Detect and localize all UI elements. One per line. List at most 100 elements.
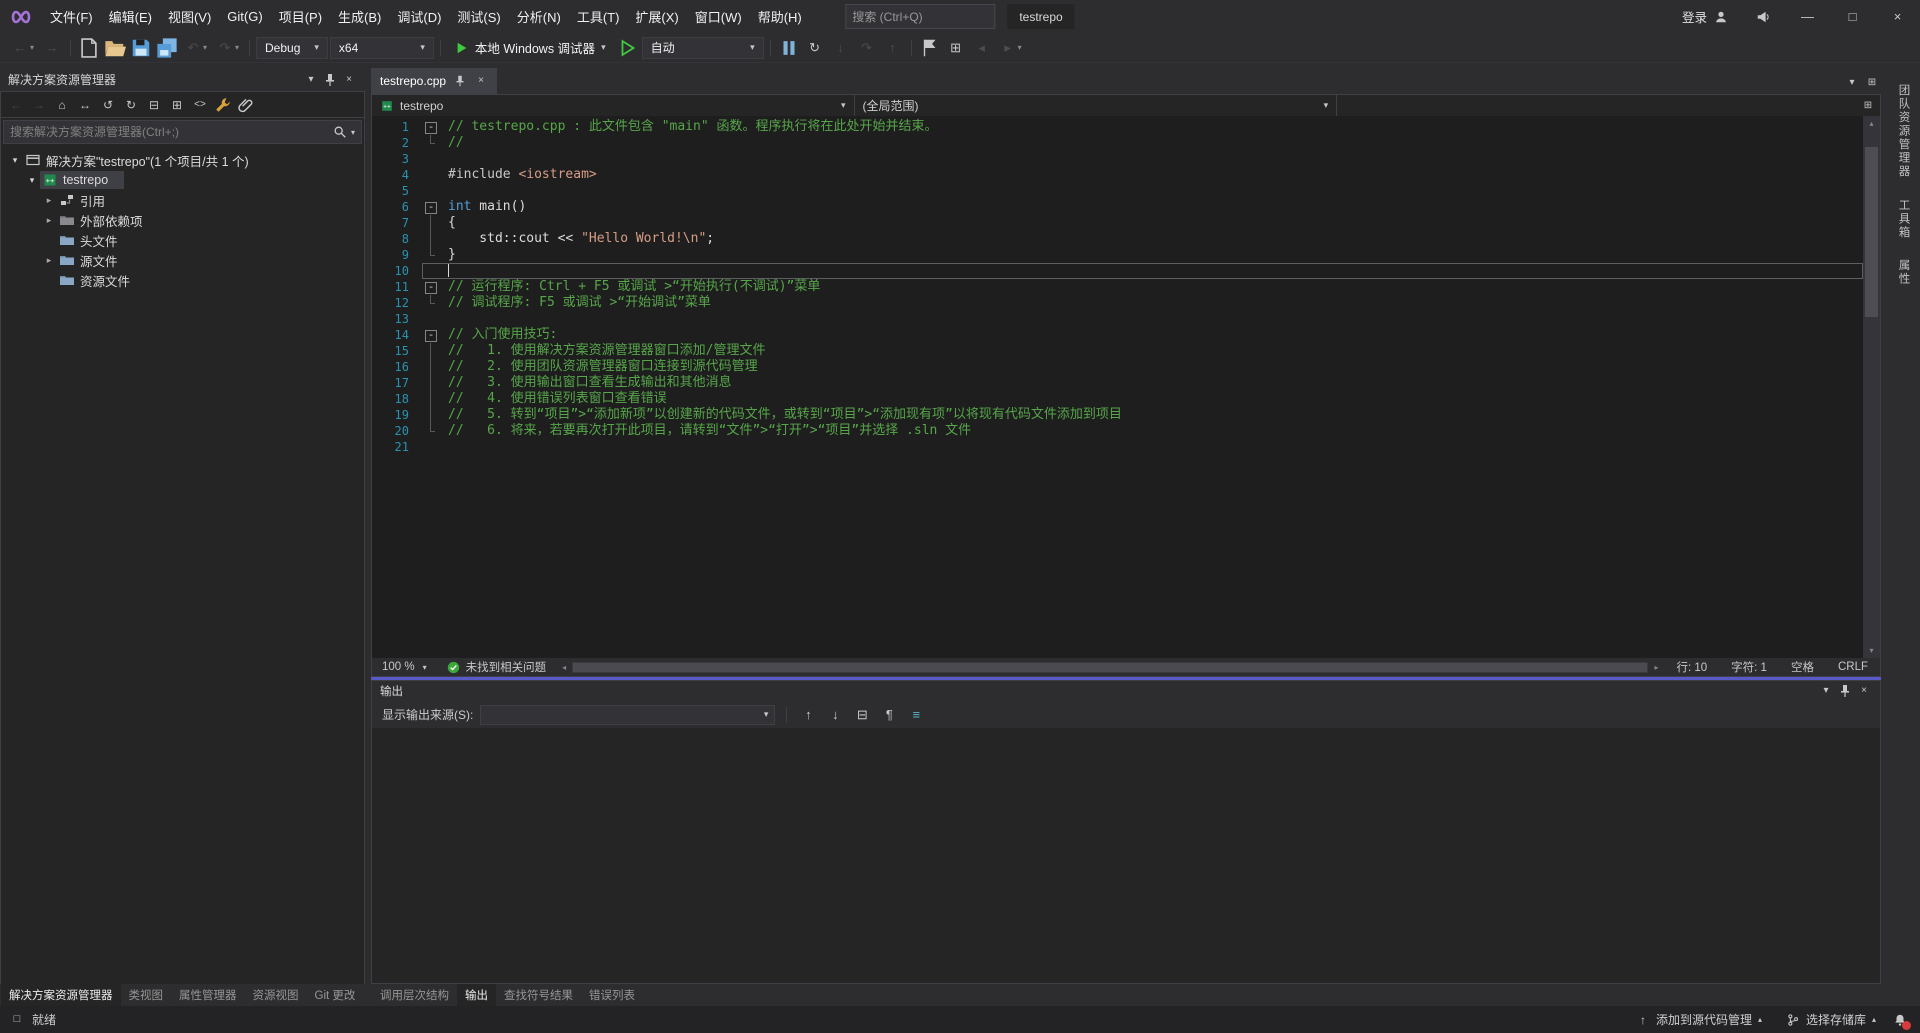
tool-window-tab[interactable]: 输出 <box>457 984 496 1006</box>
line-ending-indicator[interactable]: CRLF <box>1826 661 1880 673</box>
line-number[interactable]: 10 <box>372 263 422 279</box>
fold-toggle-icon[interactable] <box>422 119 440 135</box>
output-source-dropdown[interactable]: ▾ <box>480 705 775 725</box>
line-number[interactable]: 6 <box>372 199 422 215</box>
code-line[interactable]: 4#include <iostream> <box>372 167 1863 183</box>
scope-dropdown[interactable]: (全局范围) ▾ <box>855 95 1338 116</box>
save-all-icon[interactable] <box>155 37 179 59</box>
solution-search-input[interactable] <box>10 125 329 139</box>
select-repository-button[interactable]: 选择存储库 ▴ <box>1776 1011 1886 1028</box>
menu-item[interactable]: 编辑(E) <box>101 0 160 33</box>
expander-expanded-icon[interactable]: ▾ <box>7 155 23 166</box>
previous-message-icon[interactable]: ↑ <box>798 706 818 724</box>
line-number[interactable]: 8 <box>372 231 422 247</box>
code-line[interactable]: 16// 2. 使用团队资源管理器窗口连接到源代码管理 <box>372 359 1863 375</box>
menu-item[interactable]: 分析(N) <box>509 0 569 33</box>
code-line[interactable]: 3 <box>372 151 1863 167</box>
show-all-files-icon[interactable]: ⊞ <box>167 96 187 114</box>
menu-item[interactable]: 测试(S) <box>449 0 508 33</box>
open-file-icon[interactable] <box>103 37 127 59</box>
tool-window-tab[interactable]: 错误列表 <box>581 984 643 1006</box>
save-icon[interactable] <box>129 37 153 59</box>
expander-collapsed-icon[interactable]: ▸ <box>41 195 57 206</box>
indentation-indicator[interactable]: 空格 <box>1779 659 1826 675</box>
window-position-icon[interactable]: ▾ <box>303 72 319 88</box>
code-line[interactable]: 15// 1. 使用解决方案资源管理器窗口添加/管理文件 <box>372 343 1863 359</box>
line-number[interactable]: 7 <box>372 215 422 231</box>
tool-window-tab[interactable]: 类视图 <box>121 984 172 1006</box>
sync-with-active-document-icon[interactable]: ↺ <box>98 96 118 114</box>
menu-item[interactable]: 视图(V) <box>160 0 219 33</box>
solution-explorer-header[interactable]: 解决方案资源管理器 ▾ × <box>0 68 365 91</box>
output-content[interactable] <box>372 728 1880 983</box>
code-line[interactable]: 7{ <box>372 215 1863 231</box>
next-message-icon[interactable]: ↓ <box>825 706 845 724</box>
tab-pin-icon[interactable] <box>453 74 467 88</box>
tool-window-tab[interactable]: 解决方案资源管理器 <box>1 984 121 1006</box>
line-number[interactable]: 17 <box>372 375 422 391</box>
code-editor[interactable]: 1// testrepo.cpp : 此文件包含 "main" 函数。程序执行将… <box>371 116 1881 658</box>
sign-in-button[interactable]: 登录 <box>1670 0 1740 33</box>
menu-item[interactable]: 扩展(X) <box>627 0 686 33</box>
clear-all-icon[interactable]: ⊟ <box>852 706 872 724</box>
chevron-down-icon[interactable]: ▾ <box>351 128 355 137</box>
solution-platform-dropdown[interactable]: x64 ▾ <box>330 37 434 59</box>
solution-explorer-search-box[interactable]: ▾ <box>3 120 362 144</box>
properties-wrench-icon[interactable] <box>213 96 233 114</box>
code-line[interactable]: 5 <box>372 183 1863 199</box>
menu-item[interactable]: 调试(D) <box>389 0 449 33</box>
add-to-source-control-button[interactable]: ↑ 添加到源代码管理 ▴ <box>1626 1011 1772 1028</box>
redo-icon[interactable]: ↷ <box>213 37 237 59</box>
undo-icon[interactable]: ↶ <box>181 37 205 59</box>
code-line[interactable]: 9} <box>372 247 1863 263</box>
feedback-button[interactable] <box>1740 0 1785 33</box>
auto-mode-dropdown[interactable]: 自动 ▾ <box>642 37 764 59</box>
code-line[interactable]: 18// 4. 使用错误列表窗口查看错误 <box>372 391 1863 407</box>
fold-toggle-icon[interactable] <box>422 327 440 343</box>
scrollbar-thumb[interactable] <box>573 663 1647 672</box>
tool-window-tab[interactable]: 属性管理器 <box>171 984 245 1006</box>
code-line[interactable]: 14// 入门使用技巧: <box>372 327 1863 343</box>
scroll-left-icon[interactable]: ◂ <box>556 663 572 672</box>
project-dropdown[interactable]: ++ testrepo ▾ <box>372 95 855 116</box>
zoom-dropdown[interactable]: 100 % ▾ <box>372 661 437 673</box>
new-project-icon[interactable] <box>77 37 101 59</box>
menu-item[interactable]: 文件(F) <box>42 0 101 33</box>
tree-item-header-files[interactable]: 头文件 <box>1 230 364 250</box>
navigate-forward-icon[interactable]: → <box>40 37 64 59</box>
split-window-icon[interactable]: ⊞ <box>1865 76 1879 90</box>
code-line[interactable]: 17// 3. 使用输出窗口查看生成输出和其他消息 <box>372 375 1863 391</box>
line-number[interactable]: 13 <box>372 311 422 327</box>
step-into-icon[interactable]: ↓ <box>829 37 853 59</box>
maximize-button[interactable]: □ <box>1830 0 1875 33</box>
line-number[interactable]: 5 <box>372 183 422 199</box>
tab-close-icon[interactable]: × <box>474 74 488 88</box>
line-number[interactable]: 19 <box>372 407 422 423</box>
menu-item[interactable]: 生成(B) <box>330 0 389 33</box>
line-number[interactable]: 11 <box>372 279 422 295</box>
restart-icon[interactable]: ↻ <box>803 37 827 59</box>
code-line[interactable]: 19// 5. 转到“项目”>“添加新项”以创建新的代码文件，或转到“项目”>“… <box>372 407 1863 423</box>
notifications-button[interactable] <box>1890 1010 1910 1030</box>
active-files-chevron-icon[interactable]: ▾ <box>1845 76 1859 90</box>
navigate-back-icon[interactable]: ← <box>8 37 32 59</box>
expander-expanded-icon[interactable]: ▾ <box>24 175 40 186</box>
scroll-right-icon[interactable]: ▸ <box>1648 663 1664 672</box>
code-line[interactable]: 12// 调试程序: F5 或调试 >“开始调试”菜单 <box>372 295 1863 311</box>
line-number[interactable]: 15 <box>372 343 422 359</box>
line-number[interactable]: 14 <box>372 327 422 343</box>
switch-views-icon[interactable]: ↔ <box>75 96 95 114</box>
quick-search-box[interactable] <box>845 4 995 29</box>
next-bookmark-icon[interactable]: ▸ <box>996 37 1020 59</box>
autohide-tab[interactable]: 团队资源管理器 <box>1896 84 1912 179</box>
code-line[interactable]: 13 <box>372 311 1863 327</box>
tool-window-tab[interactable]: 查找符号结果 <box>496 984 581 1006</box>
code-line[interactable]: 20// 6. 将来，若要再次打开此项目，请转到“文件”>“打开”>“项目”并选… <box>372 423 1863 439</box>
autohide-tab[interactable]: 工具箱 <box>1896 199 1912 240</box>
code-line[interactable]: 21 <box>372 439 1863 455</box>
close-icon[interactable]: × <box>341 72 357 88</box>
output-panel-header[interactable]: 输出 ▾ × <box>372 681 1880 701</box>
member-list-icon[interactable]: ⊞ <box>1861 99 1875 113</box>
tool-window-tab[interactable]: Git 更改 <box>307 984 364 1006</box>
menu-item[interactable]: 窗口(W) <box>687 0 750 33</box>
